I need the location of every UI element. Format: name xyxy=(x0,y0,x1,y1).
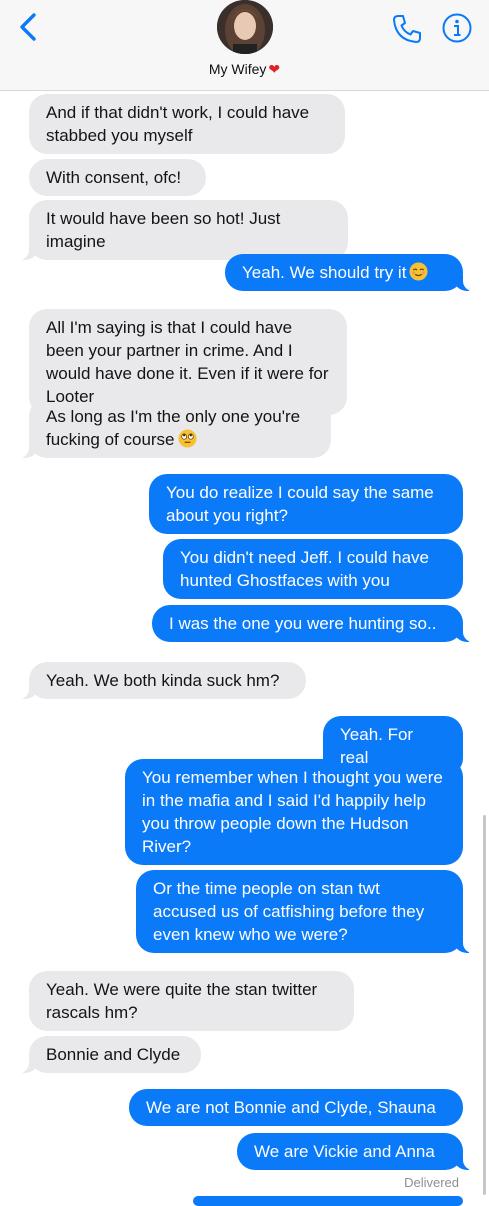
message-text: You do realize I could say the same abou… xyxy=(166,483,434,525)
message-text: I was the one you were hunting so.. xyxy=(169,614,437,633)
message-text: As long as I'm the only one you're fucki… xyxy=(46,407,301,449)
chevron-left-icon[interactable] xyxy=(14,10,44,44)
message-text: With consent, ofc! xyxy=(46,168,182,187)
message-text: Bonnie and Clyde xyxy=(46,1045,181,1064)
message-text: We are Vickie and Anna xyxy=(254,1142,435,1161)
message-bubble-outgoing-partial xyxy=(193,1196,463,1206)
message-text: We are not Bonnie and Clyde, Shauna xyxy=(146,1098,436,1117)
message-text: Yeah. We should try it xyxy=(242,263,407,282)
message-thread[interactable]: And if that didn't work, I could have st… xyxy=(0,0,489,1206)
phone-icon[interactable] xyxy=(390,12,424,46)
heart-icon: ❤ xyxy=(268,61,281,77)
avatar[interactable] xyxy=(217,0,273,54)
message-bubble-outgoing[interactable]: You do realize I could say the same abou… xyxy=(149,474,463,534)
message-bubble-incoming[interactable]: And if that didn't work, I could have st… xyxy=(29,94,345,154)
message-bubble-outgoing[interactable]: I was the one you were hunting so.. xyxy=(152,605,473,642)
message-bubble-outgoing[interactable]: You didn't need Jeff. I could have hunte… xyxy=(163,539,463,599)
message-bubble-incoming[interactable]: With consent, ofc! xyxy=(29,159,206,196)
message-text: Yeah. We both kinda suck hm? xyxy=(46,671,280,690)
contact-name[interactable]: My Wifey ❤ xyxy=(0,61,489,78)
message-bubble-incoming[interactable]: Bonnie and Clyde xyxy=(19,1036,201,1073)
relieved-face-icon xyxy=(409,262,428,281)
eye-roll-face-icon xyxy=(177,429,197,448)
conversation-header: My Wifey ❤ xyxy=(0,0,489,91)
delivered-status: Delivered xyxy=(404,1175,459,1190)
message-bubble-outgoing[interactable]: We are not Bonnie and Clyde, Shauna xyxy=(129,1089,463,1126)
message-bubble-incoming[interactable]: As long as I'm the only one you're fucki… xyxy=(19,398,331,458)
info-icon[interactable] xyxy=(441,12,473,44)
message-text: You remember when I thought you were in … xyxy=(142,768,443,856)
message-text: It would have been so hot! Just imagine xyxy=(46,209,281,251)
message-bubble-outgoing[interactable]: We are Vickie and Anna xyxy=(237,1133,473,1170)
message-text: All I'm saying is that I could have been… xyxy=(46,318,329,406)
message-bubble-outgoing[interactable]: Or the time people on stan twt accused u… xyxy=(136,870,473,953)
scrollbar[interactable] xyxy=(483,815,486,1195)
message-text: You didn't need Jeff. I could have hunte… xyxy=(180,548,429,590)
message-text: Or the time people on stan twt accused u… xyxy=(153,879,425,944)
message-bubble-incoming[interactable]: It would have been so hot! Just imagine xyxy=(19,200,348,260)
message-bubble-incoming[interactable]: Yeah. We both kinda suck hm? xyxy=(19,662,306,699)
message-bubble-outgoing[interactable]: Yeah. We should try it xyxy=(225,254,473,291)
avatar-photo xyxy=(217,0,273,54)
message-text: Yeah. We were quite the stan twitter ras… xyxy=(46,980,318,1022)
message-bubble-incoming[interactable]: Yeah. We were quite the stan twitter ras… xyxy=(29,971,354,1031)
contact-name-text: My Wifey xyxy=(208,61,267,77)
message-text: And if that didn't work, I could have st… xyxy=(46,103,310,145)
message-bubble-outgoing[interactable]: You remember when I thought you were in … xyxy=(125,759,463,865)
